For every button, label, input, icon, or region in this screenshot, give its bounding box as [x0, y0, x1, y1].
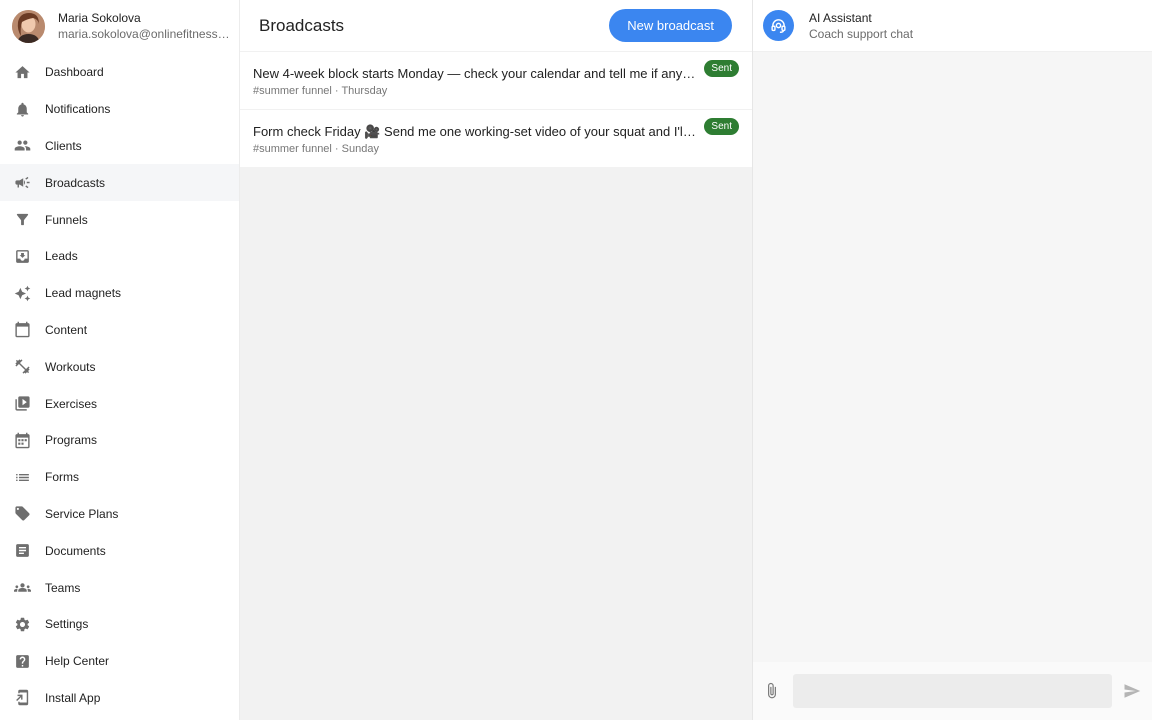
sidebar-item-label: Content	[45, 322, 88, 337]
broadcast-meta: #summer funnel · Sunday	[253, 143, 379, 155]
profile-email: maria.sokolova@onlinefitness.com	[58, 26, 230, 41]
megaphone-icon	[14, 174, 31, 191]
sidebar-item-settings[interactable]: Settings	[0, 606, 239, 643]
team-icon	[14, 579, 31, 596]
tag-icon	[14, 505, 31, 522]
gear-icon	[14, 616, 31, 633]
avatar	[12, 9, 45, 43]
sidebar-item-label: Notifications	[45, 102, 111, 117]
sidebar-item-install-app[interactable]: Install App	[0, 680, 239, 717]
sidebar-item-label: Install App	[45, 690, 101, 705]
sidebar-nav: Dashboard Notifications Clients Broadcas…	[0, 54, 239, 716]
sidebar-item-service-plans[interactable]: Service Plans	[0, 496, 239, 533]
funnel-icon	[14, 211, 31, 228]
calendar-icon	[14, 321, 31, 338]
sidebar-item-label: Forms	[45, 470, 79, 485]
sidebar-item-forms[interactable]: Forms	[0, 459, 239, 496]
chat-title: AI Assistant	[809, 10, 872, 25]
sidebar-item-label: Settings	[45, 617, 89, 632]
list-icon	[14, 469, 31, 486]
chat-subtitle: Coach support chat	[809, 26, 914, 41]
sidebar-item-exercises[interactable]: Exercises	[0, 385, 239, 422]
status-badge: Sent	[704, 60, 739, 77]
list-item[interactable]: New 4-week block starts Monday — check y…	[240, 51, 752, 109]
sidebar-item-dashboard[interactable]: Dashboard	[0, 54, 239, 91]
sidebar-item-funnels[interactable]: Funnels	[0, 201, 239, 238]
page-title: Broadcasts	[259, 15, 345, 35]
broadcast-meta: #summer funnel · Thursday	[253, 85, 388, 97]
sidebar-item-clients[interactable]: Clients	[0, 128, 239, 165]
bell-icon	[14, 101, 31, 118]
sidebar-item-label: Exercises	[45, 396, 98, 411]
people-icon	[14, 137, 31, 154]
sidebar-item-label: Clients	[45, 138, 82, 153]
profile-header[interactable]: Maria Sokolova maria.sokolova@onlinefitn…	[0, 0, 239, 52]
sidebar-item-label: Funnels	[45, 212, 88, 227]
sidebar-item-help-center[interactable]: Help Center	[0, 643, 239, 680]
video-library-icon	[14, 395, 31, 412]
sidebar-item-workouts[interactable]: Workouts	[0, 348, 239, 385]
sidebar-item-broadcasts[interactable]: Broadcasts	[0, 164, 239, 202]
broadcast-day: Thursday	[341, 85, 388, 97]
sidebar-item-label: Teams	[45, 580, 81, 595]
chat-panel: AI Assistant Coach support chat	[753, 0, 1152, 720]
sidebar-item-label: Lead magnets	[45, 286, 122, 301]
profile-name: Maria Sokolova	[58, 10, 141, 25]
sidebar-item-teams[interactable]: Teams	[0, 569, 239, 606]
broadcast-tag: #summer funnel	[253, 85, 332, 97]
dumbbell-icon	[14, 358, 31, 375]
list-item[interactable]: Form check Friday 🎥 Send me one working-…	[240, 109, 752, 167]
message-input[interactable]	[792, 674, 1113, 708]
document-icon	[14, 542, 31, 559]
broadcast-tag: #summer funnel	[253, 143, 332, 155]
sidebar-item-programs[interactable]: Programs	[0, 422, 239, 459]
sidebar-item-notifications[interactable]: Notifications	[0, 91, 239, 128]
sidebar-item-content[interactable]: Content	[0, 312, 239, 349]
sidebar-item-label: Broadcasts	[45, 175, 106, 190]
broadcasts-header: Broadcasts New broadcast	[240, 0, 752, 51]
chat-messages	[753, 52, 1152, 662]
sidebar-item-label: Documents	[45, 543, 106, 558]
home-icon	[14, 64, 31, 81]
sidebar-item-label: Help Center	[45, 654, 110, 669]
new-broadcast-button[interactable]: New broadcast	[609, 9, 732, 42]
broadcast-text: Form check Friday 🎥 Send me one working-…	[253, 124, 697, 139]
inbox-download-icon	[14, 248, 31, 265]
help-icon	[14, 653, 31, 670]
sparkle-icon	[14, 285, 31, 302]
install-app-icon	[14, 689, 31, 706]
calendar-grid-icon	[14, 432, 31, 449]
sidebar-item-label: Programs	[45, 433, 98, 448]
broadcast-text: New 4-week block starts Monday — check y…	[253, 66, 697, 81]
status-badge: Sent	[704, 118, 739, 135]
broadcast-day: Sunday	[341, 143, 379, 155]
broadcasts-panel: Broadcasts New broadcast New 4-week bloc…	[240, 0, 753, 720]
paperclip-icon[interactable]	[754, 682, 790, 700]
sidebar-item-label: Workouts	[45, 359, 96, 374]
broadcast-list: New 4-week block starts Monday — check y…	[240, 51, 752, 167]
sidebar-item-label: Leads	[45, 249, 78, 264]
chat-header: AI Assistant Coach support chat	[753, 0, 1152, 52]
send-icon[interactable]	[1112, 682, 1152, 700]
sidebar-item-label: Service Plans	[45, 506, 119, 521]
sidebar-item-label: Dashboard	[45, 65, 104, 80]
sidebar-item-lead-magnets[interactable]: Lead magnets	[0, 275, 239, 312]
sidebar-item-documents[interactable]: Documents	[0, 532, 239, 569]
support-agent-icon	[763, 10, 794, 41]
sidebar-item-leads[interactable]: Leads	[0, 238, 239, 275]
chat-composer	[753, 662, 1152, 720]
sidebar: Maria Sokolova maria.sokolova@onlinefitn…	[0, 0, 240, 720]
